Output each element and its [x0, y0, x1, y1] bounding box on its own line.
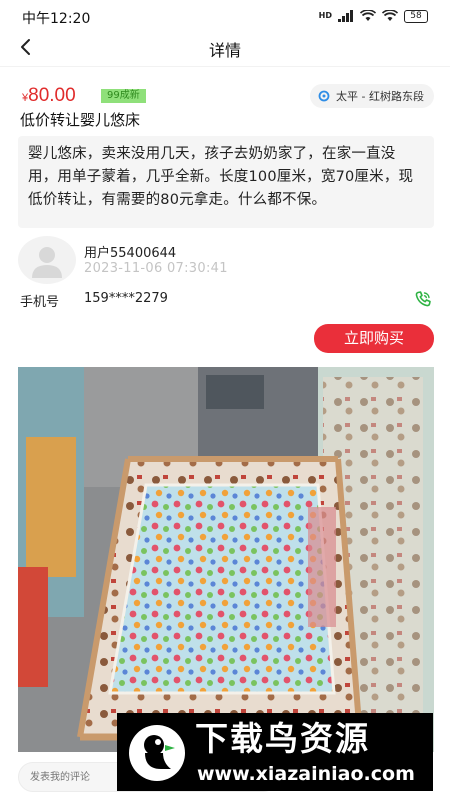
watermark-url: www.xiazainiao.com [197, 763, 415, 785]
network-type: HD [318, 11, 332, 20]
status-icons: HD 58 [319, 8, 428, 24]
location-chip[interactable]: 太平 - 红树路东段 [310, 84, 434, 108]
watermark-title: 下载鸟资源 [195, 719, 370, 758]
status-bar: 中午12:20 HD 58 [0, 0, 450, 32]
wifi-icon [360, 10, 376, 21]
status-time: 中午12:20 [22, 11, 91, 27]
phone-label: 手机号 [20, 295, 60, 310]
post-time: 2023-11-06 07:30:41 [84, 261, 228, 276]
wifi-icon-2 [382, 10, 398, 21]
listing-title: 低价转让婴儿悠床 [20, 111, 141, 129]
crib-photo-image [18, 367, 434, 760]
bird-logo-icon [129, 725, 185, 781]
header-divider [0, 66, 450, 67]
battery-icon: 58 [404, 9, 428, 23]
header: 详情 [0, 32, 450, 62]
listing-photo[interactable] [18, 367, 434, 760]
condition-badge: 99成新 [101, 89, 146, 103]
watermark-banner: 下载鸟资源 www.xiazainiao.com [117, 713, 433, 791]
location-text: 太平 - 红树路东段 [336, 90, 424, 103]
signal-icon [338, 10, 353, 22]
seller-username: 用户55400644 [84, 246, 177, 261]
price: ¥80.00 [22, 85, 76, 107]
page-title: 详情 [208, 41, 241, 60]
price-amount: 80.00 [28, 85, 76, 106]
listing-description: 婴儿悠床，卖来没用几天，孩子去奶奶家了，在家一直没用，用单子蒙着，几乎全新。长度… [18, 136, 434, 228]
buy-now-button[interactable]: 立即购买 [314, 324, 434, 353]
location-icon [318, 90, 330, 102]
default-avatar-icon [32, 247, 62, 278]
avatar[interactable] [18, 236, 76, 284]
phone-number: 159****2279 [84, 291, 168, 306]
call-phone-icon[interactable] [414, 290, 432, 308]
